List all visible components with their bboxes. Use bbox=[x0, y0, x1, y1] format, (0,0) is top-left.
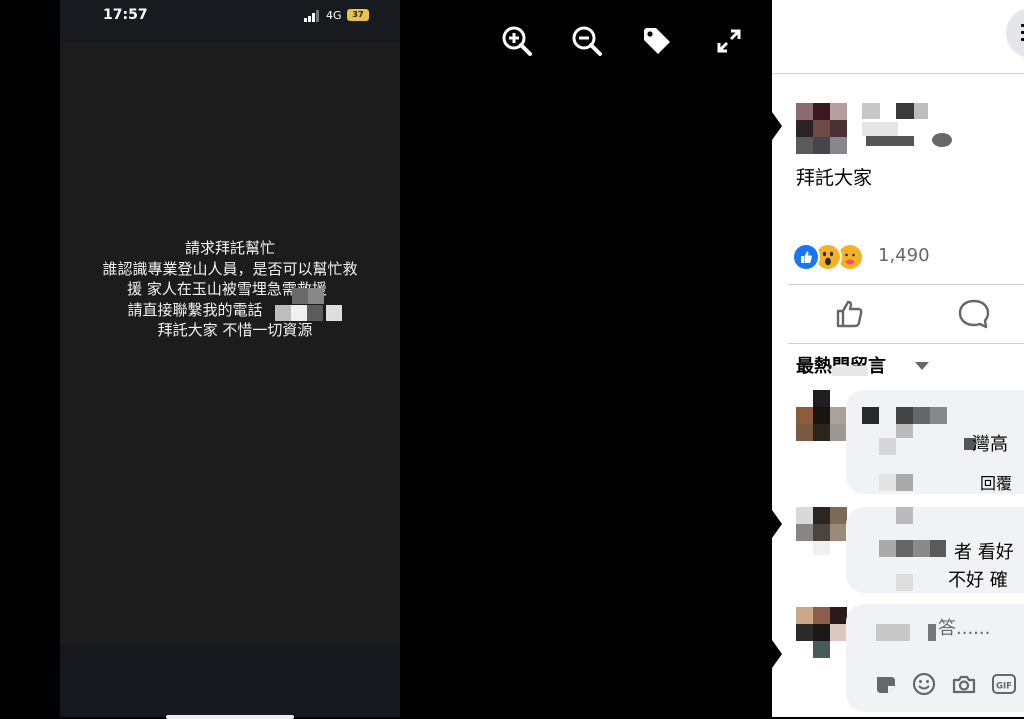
story-line: 請求拜託幫忙 bbox=[184, 239, 275, 257]
camera-icon[interactable] bbox=[950, 670, 978, 698]
reply-input[interactable]: 答...... GIF bbox=[846, 604, 1024, 712]
emoji-icon[interactable] bbox=[910, 670, 938, 698]
gif-icon[interactable]: GIF bbox=[990, 670, 1018, 698]
phone-bottom-bar bbox=[60, 645, 400, 717]
censor-mosaic bbox=[832, 366, 868, 376]
story-message: 請求拜託幫忙 誰認識專業登山人員，是否可以幫忙救 援 家人在玉山被雪埋急需救援 … bbox=[60, 238, 400, 341]
divider bbox=[772, 73, 1024, 74]
zoom-in-icon[interactable] bbox=[500, 24, 534, 58]
panel-notch bbox=[772, 112, 782, 140]
story-line: 拜託大家 不惜一切資源 bbox=[157, 321, 313, 339]
like-button[interactable] bbox=[832, 296, 868, 332]
fullscreen-icon[interactable] bbox=[712, 24, 746, 58]
post-text: 拜託大家 bbox=[796, 167, 873, 189]
panel-notch bbox=[772, 640, 782, 668]
phone-time: 17:57 bbox=[103, 7, 148, 23]
divider bbox=[788, 284, 1024, 285]
panel-notch bbox=[772, 510, 782, 538]
signal-icon bbox=[304, 10, 320, 22]
like-reaction-icon bbox=[792, 243, 820, 271]
chevron-down-icon[interactable] bbox=[915, 362, 929, 370]
comment-text: 不好 確 bbox=[948, 570, 1008, 591]
story-screenshot: 17:57 4G 37 請求拜託幫忙 誰認識專業登山人員，是否可以幫忙救 援 家… bbox=[60, 0, 400, 719]
comment-button[interactable] bbox=[956, 296, 992, 332]
battery-icon: 37 bbox=[347, 9, 369, 21]
reply-button[interactable]: 回覆 bbox=[980, 470, 1012, 494]
reply-placeholder: 答...... bbox=[938, 618, 991, 639]
story-line: 誰認識專業登山人員，是否可以幫忙救 bbox=[102, 259, 358, 278]
home-indicator bbox=[166, 715, 294, 719]
divider bbox=[788, 343, 1024, 344]
svg-text:GIF: GIF bbox=[996, 682, 1012, 692]
photo-viewer: 17:57 4G 37 請求拜託幫忙 誰認識專業登山人員，是否可以幫忙救 援 家… bbox=[0, 0, 772, 719]
reaction-count[interactable]: 1,490 bbox=[878, 245, 930, 266]
post-panel: 拜託大家 1,490 最熱門留言 bbox=[772, 0, 1024, 717]
network-type: 4G bbox=[326, 9, 342, 22]
story-line: 請直接聯繫我的電話 bbox=[127, 300, 263, 319]
tag-icon[interactable] bbox=[640, 24, 674, 58]
phone-status-bar: 17:57 4G 37 bbox=[60, 0, 400, 42]
zoom-out-icon[interactable] bbox=[570, 24, 604, 58]
story-line: 援 家人在玉山被雪埋急需救援 bbox=[127, 280, 327, 298]
menu-button[interactable] bbox=[1006, 8, 1024, 58]
comment-text: 灣高 bbox=[972, 434, 1008, 455]
comment-text: 者 看好 bbox=[954, 542, 1014, 563]
sticker-icon[interactable] bbox=[872, 670, 900, 698]
